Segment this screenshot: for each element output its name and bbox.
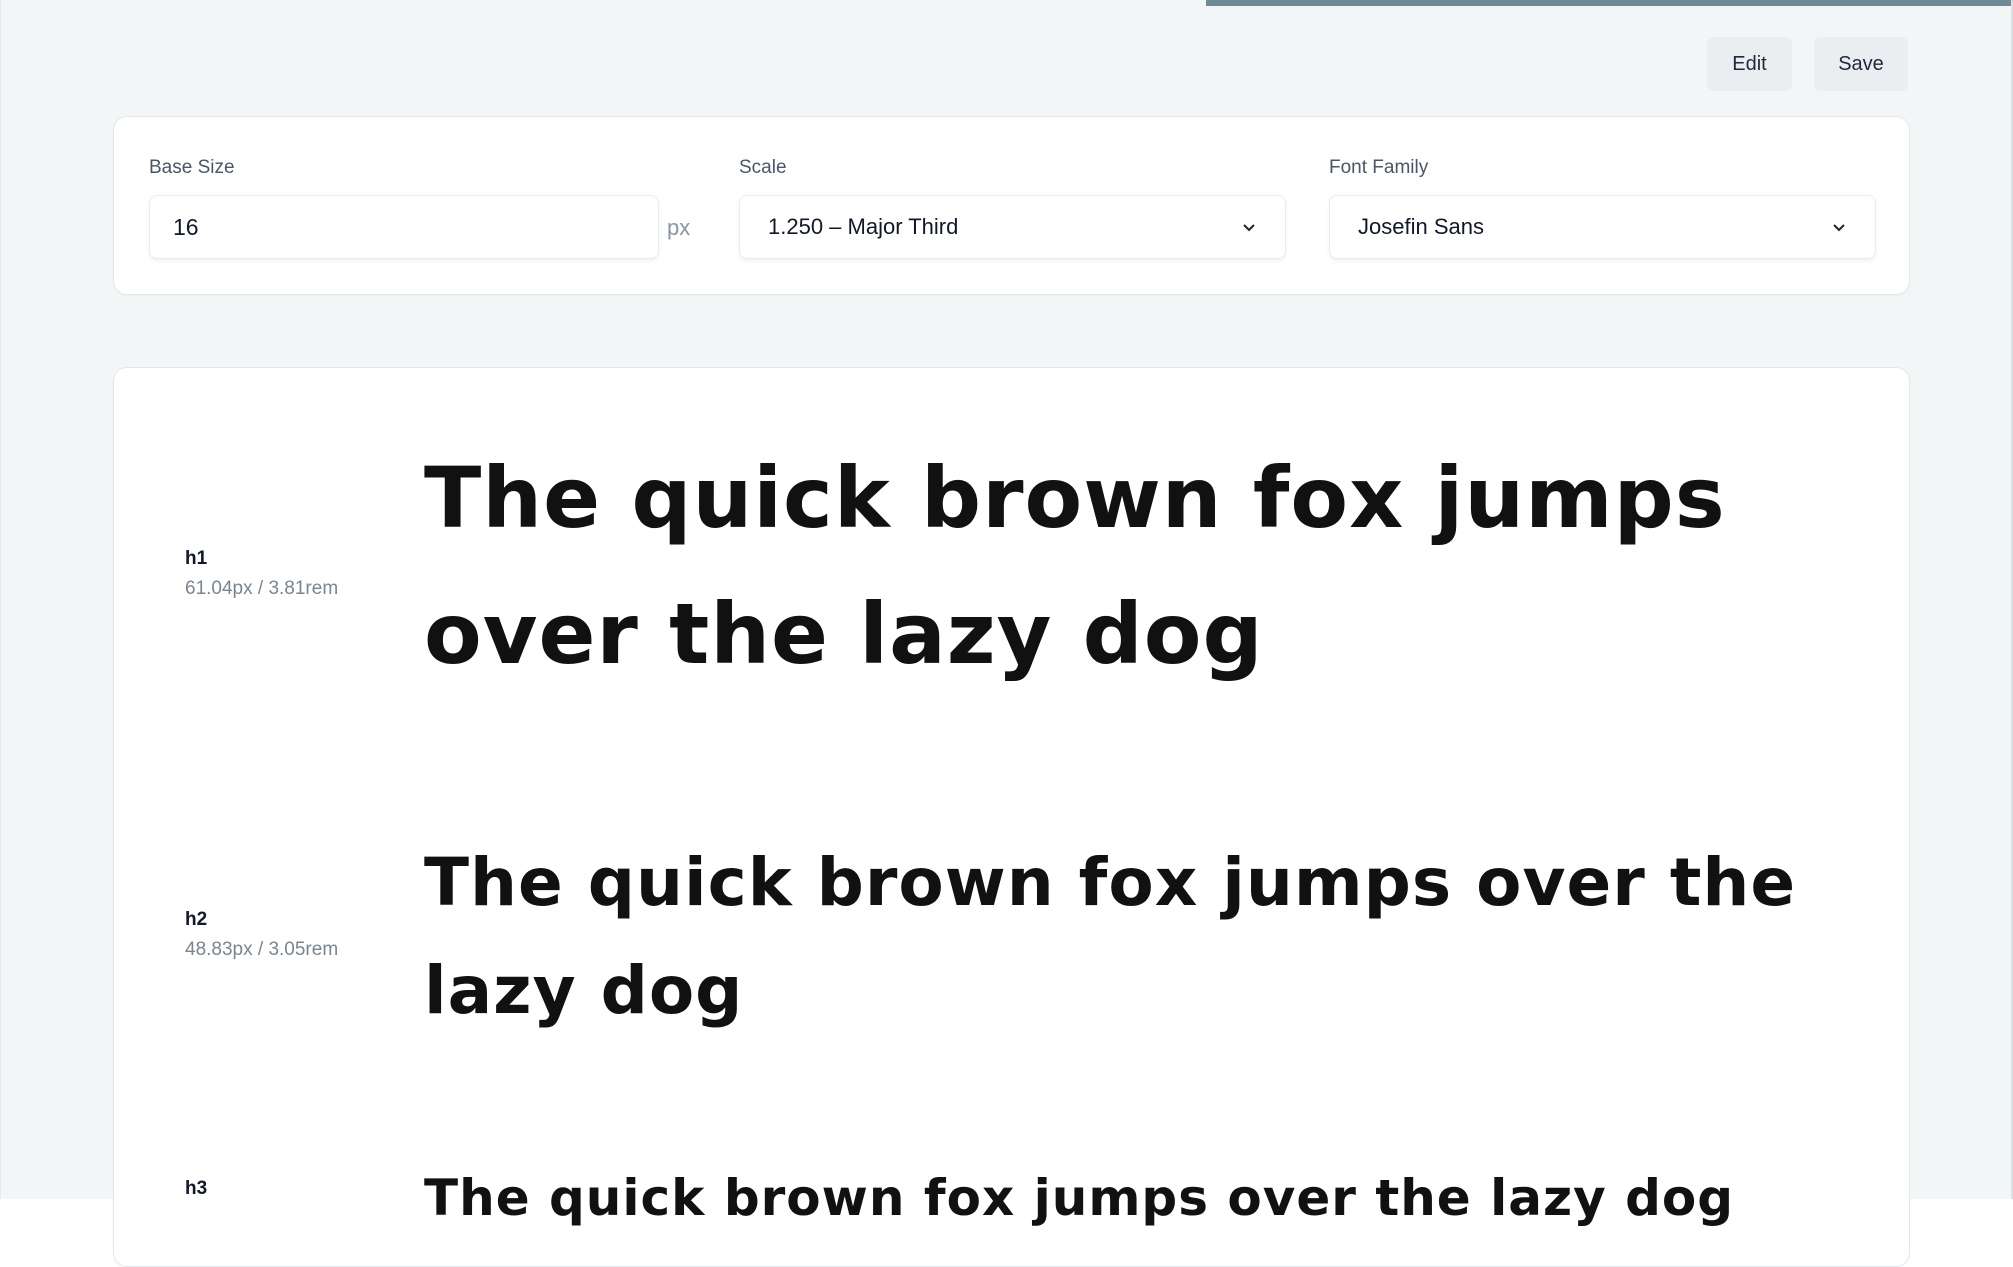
scale-select[interactable]: 1.250 – Major Third [739, 195, 1286, 259]
font-family-label: Font Family [1329, 157, 1429, 178]
h1-sample-text: The quick brown fox jumps over the lazy … [424, 449, 1726, 683]
type-scale-preview: h1 61.04px / 3.81rem The quick brown fox… [113, 367, 1910, 1267]
edit-button[interactable]: Edit [1707, 37, 1792, 91]
font-family-select-value: Josefin Sans [1358, 214, 1484, 239]
h1-tag: h1 [185, 548, 208, 569]
chevron-down-icon [1243, 224, 1255, 232]
h3-tag: h3 [185, 1178, 208, 1199]
h3-sample-text: The quick brown fox jumps over the lazy … [424, 1169, 1735, 1227]
base-size-unit: px [667, 215, 691, 240]
scale-select-value: 1.250 – Major Third [768, 214, 959, 239]
progress-bar-fill [1206, 0, 2012, 6]
font-family-select[interactable]: Josefin Sans [1329, 195, 1876, 259]
progress-bar [1, 0, 2013, 6]
save-button[interactable]: Save [1814, 37, 1908, 91]
settings-panel: Base Size px Scale 1.250 – Major Third F… [113, 116, 1910, 295]
scale-label: Scale [739, 157, 787, 178]
toolbar: Edit Save [1707, 37, 1908, 91]
h2-sample-text: The quick brown fox jumps over the lazy … [424, 844, 1797, 1029]
chevron-down-icon [1833, 224, 1845, 232]
base-size-label: Base Size [149, 157, 235, 178]
h1-size-info: 61.04px / 3.81rem [185, 578, 339, 599]
h2-tag: h2 [185, 909, 208, 930]
h2-size-info: 48.83px / 3.05rem [185, 939, 339, 960]
base-size-input[interactable] [150, 213, 658, 241]
app-window: Edit Save Base Size px Scale 1.250 – Maj… [0, 0, 2013, 1267]
base-size-field[interactable] [149, 195, 659, 259]
